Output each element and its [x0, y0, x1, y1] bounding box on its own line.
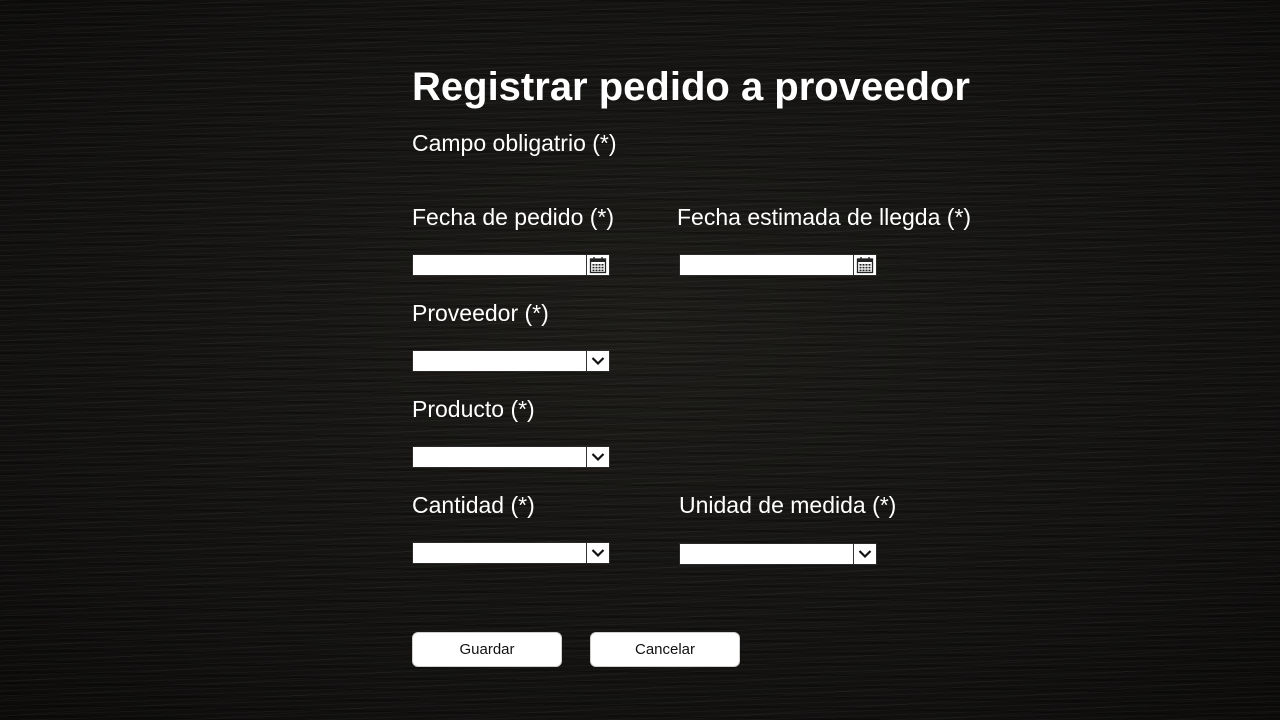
calendar-icon[interactable] [853, 255, 876, 275]
required-note: Campo obligatrio (*) [412, 130, 617, 156]
cantidad-select[interactable] [412, 542, 610, 564]
chevron-down-icon[interactable] [853, 544, 876, 564]
chevron-down-icon[interactable] [586, 543, 609, 563]
save-button[interactable]: Guardar [412, 632, 562, 667]
producto-select[interactable] [412, 446, 610, 468]
producto-label: Producto (*) [412, 396, 535, 422]
unidad-label: Unidad de medida (*) [679, 492, 897, 518]
page-title: Registrar pedido a proveedor [412, 65, 970, 109]
calendar-icon[interactable] [586, 255, 609, 275]
fecha-llegada-label: Fecha estimada de llegda (*) [677, 204, 972, 230]
chevron-down-icon[interactable] [586, 447, 609, 467]
proveedor-select[interactable] [412, 350, 610, 372]
proveedor-label: Proveedor (*) [412, 300, 549, 326]
chevron-down-icon[interactable] [586, 351, 609, 371]
cantidad-label: Cantidad (*) [412, 492, 535, 518]
unidad-select[interactable] [679, 543, 877, 565]
fecha-llegada-input[interactable] [679, 254, 877, 276]
cancel-button[interactable]: Cancelar [590, 632, 740, 667]
fecha-pedido-input[interactable] [412, 254, 610, 276]
fecha-pedido-label: Fecha de pedido (*) [412, 204, 615, 230]
